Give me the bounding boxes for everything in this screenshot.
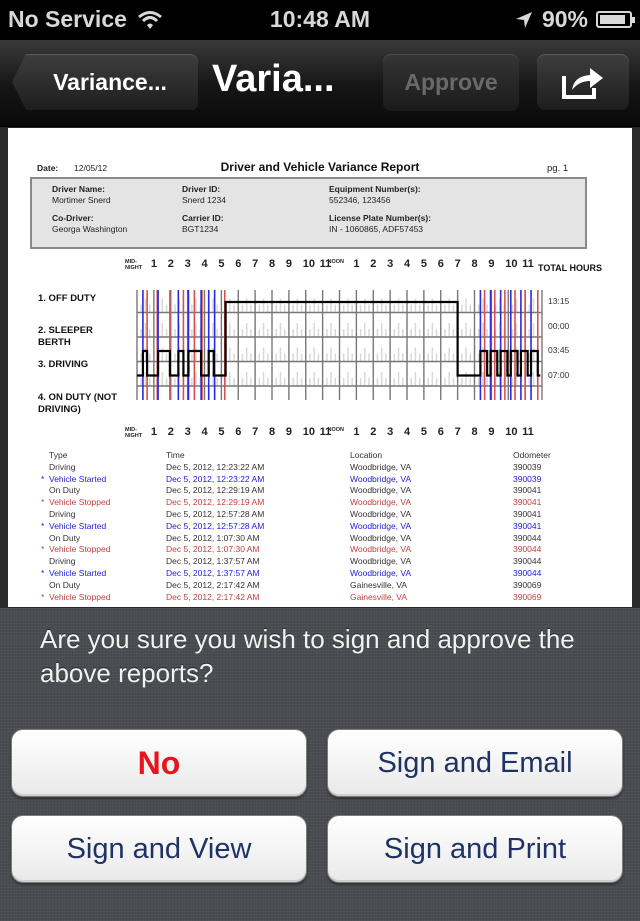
log-time: Dec 5, 2012, 12:29:19 AM xyxy=(166,497,265,508)
log-location: Woodbridge, VA xyxy=(350,509,412,519)
log-row: On Duty Dec 5, 2012, 12:29:19 AM Woodbridg… xyxy=(8,485,632,497)
back-button[interactable]: Variance... xyxy=(12,54,198,110)
log-marker: * xyxy=(41,473,45,484)
action-sheet-message: Are you sure you wish to sign and approv… xyxy=(40,624,575,688)
log-time: Dec 5, 2012, 12:23:22 AM xyxy=(166,461,265,472)
log-odometer: 390044 xyxy=(513,544,542,555)
log-odometer: 390044 xyxy=(513,556,542,567)
log-type: Vehicle Started xyxy=(49,473,107,484)
log-time: Dec 5, 2012, 2:17:42 AM xyxy=(166,591,260,602)
log-time: Dec 5, 2012, 12:29:19 AM xyxy=(166,485,265,496)
log-location: Woodbridge, VA xyxy=(350,485,412,496)
log-header-row: Type Time Location Odometer xyxy=(8,450,632,462)
status-right-group: 90% xyxy=(514,6,635,33)
log-row: * Vehicle Started Dec 5, 2012, 1:37:57 AM W… xyxy=(8,568,632,580)
log-marker: * xyxy=(41,497,45,508)
log-row: On Duty Dec 5, 2012, 2:17:42 AM Gainesvill… xyxy=(8,580,632,592)
log-odometer: 390039 xyxy=(513,461,542,472)
log-type: Driving xyxy=(49,461,76,472)
log-row: * Vehicle Started Dec 5, 2012, 12:57:28 AM… xyxy=(8,521,632,533)
log-odometer: 390041 xyxy=(513,520,542,531)
log-location: Woodbridge, VA xyxy=(350,532,412,543)
log-location: Woodbridge, VA xyxy=(350,520,412,531)
header-location: Location xyxy=(350,450,383,460)
battery-icon xyxy=(596,11,635,28)
battery-percent: 90% xyxy=(541,6,588,32)
log-marker: * xyxy=(41,544,45,555)
log-row: * Vehicle Started Dec 5, 2012, 12:23:22 AM… xyxy=(8,474,632,486)
log-row: * Vehicle Stopped Dec 5, 2012, 12:29:19 AM… xyxy=(8,497,632,509)
log-type: Vehicle Started xyxy=(49,520,107,531)
log-odometer: 390041 xyxy=(513,497,542,508)
log-type: On Duty xyxy=(49,532,81,543)
battery-fill xyxy=(600,15,626,24)
log-location: Woodbridge, VA xyxy=(350,568,412,578)
report-document[interactable]: Date: 12/05/12 Driver and Vehicle Varian… xyxy=(8,128,632,608)
log-row: Driving Dec 5, 2012, 1:37:57 AM Woodbridge… xyxy=(8,556,632,568)
sign-and-view-button[interactable]: Sign and View xyxy=(11,815,307,883)
header-odometer: Odometer xyxy=(513,450,551,460)
log-time: Dec 5, 2012, 12:57:28 AM xyxy=(166,509,265,519)
header-time: Time xyxy=(166,450,185,460)
navigation-bar: Variance... Varia... Approve xyxy=(0,40,640,127)
log-row: Driving Dec 5, 2012, 12:23:22 AM Woodbridg… xyxy=(8,462,632,474)
log-marker: * xyxy=(41,520,45,531)
log-type: Vehicle Stopped xyxy=(49,497,111,508)
approve-button[interactable]: Approve xyxy=(383,54,519,110)
header-type: Type xyxy=(49,450,68,460)
log-type: Driving xyxy=(49,556,76,567)
log-row: * Vehicle Stopped Dec 5, 2012, 1:07:30 AM W… xyxy=(8,544,632,556)
log-marker: * xyxy=(41,591,45,602)
log-type: Driving xyxy=(49,509,76,519)
log-odometer: 390039 xyxy=(513,473,542,484)
log-time: Dec 5, 2012, 1:37:57 AM xyxy=(166,568,260,578)
log-location: Woodbridge, VA xyxy=(350,497,412,508)
log-time: Dec 5, 2012, 1:07:30 AM xyxy=(166,544,260,555)
log-time: Dec 5, 2012, 2:17:42 AM xyxy=(166,579,260,590)
log-odometer: 390044 xyxy=(513,568,542,578)
log-location: Gainesville, VA xyxy=(350,591,408,602)
log-location: Woodbridge, VA xyxy=(350,461,412,472)
log-odometer: 390041 xyxy=(513,485,542,496)
log-time: Dec 5, 2012, 1:37:57 AM xyxy=(166,556,260,567)
sign-and-email-button[interactable]: Sign and Email xyxy=(327,729,623,797)
log-time: Dec 5, 2012, 1:07:30 AM xyxy=(166,532,260,543)
log-location: Woodbridge, VA xyxy=(350,556,412,567)
log-location: Woodbridge, VA xyxy=(350,473,412,484)
log-location: Gainesville, VA xyxy=(350,579,408,590)
status-bar: No Service 10:48 AM 90% xyxy=(0,0,640,40)
share-icon xyxy=(562,68,603,99)
log-location: Woodbridge, VA xyxy=(350,544,412,555)
log-type: Vehicle Stopped xyxy=(49,544,111,555)
log-odometer: 390044 xyxy=(513,532,542,543)
sign-and-print-button[interactable]: Sign and Print xyxy=(327,815,623,883)
log-type: On Duty xyxy=(49,485,81,496)
log-odometer: 390069 xyxy=(513,579,542,590)
log-row: On Duty Dec 5, 2012, 1:07:30 AM Woodbridge… xyxy=(8,533,632,545)
log-type: On Duty xyxy=(49,579,81,590)
log-time: Dec 5, 2012, 12:23:22 AM xyxy=(166,473,265,484)
log-type: Vehicle Started xyxy=(49,568,107,578)
nav-title: Varia... xyxy=(212,58,335,100)
log-marker: * xyxy=(41,568,45,578)
log-odometer: 390041 xyxy=(513,509,542,519)
log-row: * Vehicle Stopped Dec 5, 2012, 2:17:42 AM G… xyxy=(8,592,632,604)
location-arrow-icon xyxy=(515,11,532,28)
log-odometer: 390069 xyxy=(513,591,542,602)
log-row: Driving Dec 5, 2012, 12:57:28 AM Woodbridg… xyxy=(8,509,632,521)
share-button[interactable] xyxy=(537,54,629,110)
no-button[interactable]: No xyxy=(11,729,307,797)
action-sheet: Are you sure you wish to sign and approv… xyxy=(0,607,640,921)
log-time: Dec 5, 2012, 12:57:28 AM xyxy=(166,520,265,531)
log-type: Vehicle Stopped xyxy=(49,591,111,602)
